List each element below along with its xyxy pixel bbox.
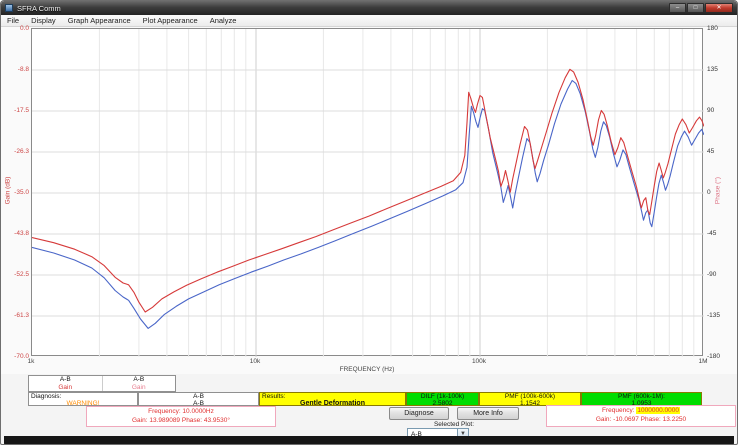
maximize-button[interactable]: □ (687, 3, 704, 13)
diagnosis-plot-0: A-B (139, 393, 258, 400)
factor-pmf-high: PMF (600k-1M): 1.0953 (581, 392, 702, 406)
results-value: Gentle Deformation (260, 400, 405, 407)
diagnose-button[interactable]: Diagnose (389, 407, 449, 420)
gain-axis-label: Gain (dB) (5, 168, 12, 214)
factor-dilf: DILF (1k-100k) 2.5802 (406, 392, 479, 406)
results-box: Results: Gentle Deformation (259, 392, 406, 406)
diagnosis-box: Diagnosis: WARNING! (28, 392, 138, 406)
cursor-readout-right: Frequency: 1000000.0000 Gain: -10.0697 P… (546, 405, 736, 427)
chart-region: 0.0-8.8-17.5-26.3-35.0-43.8-52.5-61.3-70… (1, 27, 738, 374)
cursor-right-gain-phase: Gain: -10.0697 Phase: 13.2250 (547, 415, 735, 424)
diagnosis-label: Diagnosis: (31, 393, 135, 400)
legend-box: A-B Gain A-B Gain (28, 375, 176, 392)
close-button[interactable]: ✕ (705, 3, 733, 13)
more-info-button[interactable]: More Info (457, 407, 519, 420)
title-bar[interactable]: SFRA Comm – □ ✕ (1, 1, 737, 15)
app-window: SFRA Comm – □ ✕ File Display Graph Appea… (0, 0, 738, 445)
menu-graph-appearance[interactable]: Graph Appearance (62, 15, 137, 26)
cursor-left-gain-phase: Gain: 13.989089 Phase: 43.9530° (87, 416, 275, 425)
selected-plot-label: Selected Plot: (399, 421, 509, 428)
menu-plot-appearance[interactable]: Plot Appearance (137, 15, 204, 26)
cursor-right-frequency: Frequency: 1000000.0000 (547, 406, 735, 415)
menu-display[interactable]: Display (25, 15, 62, 26)
menu-analyze[interactable]: Analyze (204, 15, 243, 26)
menu-bar: File Display Graph Appearance Plot Appea… (1, 15, 737, 27)
phase-axis-label: Phase (°) (715, 168, 722, 214)
cursor-left-frequency: Frequency: 10.0000Hz (87, 407, 275, 416)
frequency-axis-label: FREQUENCY (Hz) (31, 366, 703, 373)
frequency-highlight: 1000000.0000 (636, 407, 680, 414)
window-bottom-edge (4, 436, 734, 445)
legend-entry: A-B Gain (103, 376, 176, 391)
app-icon (5, 4, 13, 12)
results-label: Results: (260, 393, 405, 400)
plot-area[interactable] (31, 28, 703, 356)
window-title: SFRA Comm (17, 4, 61, 13)
minimize-button[interactable]: – (669, 3, 686, 13)
factor-pmf-mid: PMF (100k-600k) 1.1542 (479, 392, 581, 406)
legend-entry: A-B Gain (29, 376, 103, 391)
diagnosis-plots-box: A-B A-B (138, 392, 259, 406)
chart-svg (32, 29, 704, 357)
cursor-readout-left: Frequency: 10.0000Hz Gain: 13.989089 Pha… (86, 406, 276, 427)
